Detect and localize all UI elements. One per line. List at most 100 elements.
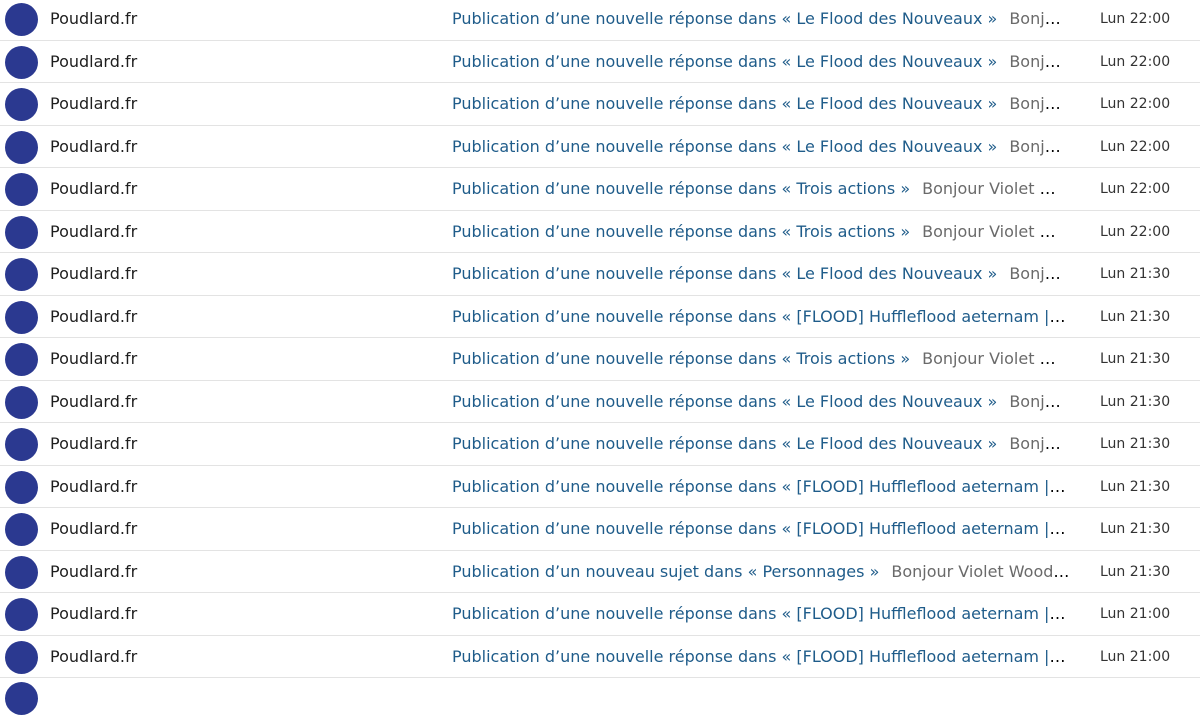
email-subject: Publication d’une nouvelle réponse dans … [452, 9, 998, 28]
email-time: Lun 21:30 [1100, 351, 1171, 367]
email-sender: Poudlard.fr [50, 604, 138, 623]
sender-avatar [5, 173, 38, 206]
sender-avatar [5, 682, 38, 715]
sender-avatar [5, 300, 38, 334]
email-preview: Bonjour Viole... [1009, 51, 1070, 71]
email-subject-line: Publication d’une nouvelle réponse dans … [452, 296, 1070, 338]
sender-avatar [5, 513, 38, 546]
email-preview: Bonjour Viole... [1009, 94, 1070, 113]
email-subject-line: Publication d’une nouvelle réponse dans … [452, 0, 1070, 40]
sender-avatar [5, 130, 38, 164]
sender-avatar [5, 598, 38, 631]
email-subject: Publication d’une nouvelle réponse dans … [452, 136, 998, 156]
email-subject-line: Publication d’une nouvelle réponse dans … [452, 168, 1070, 210]
email-row[interactable]: Poudlard.fr Publication d’une nouvelle r… [0, 593, 1200, 636]
email-preview: Bonjour Violet Woods, D... [922, 349, 1070, 368]
email-row[interactable]: Poudlard.fr Publication d’un nouveau suj… [0, 551, 1200, 593]
email-subject: Publication d’une nouvelle réponse dans … [452, 391, 998, 411]
email-time: Lun 21:30 [1100, 266, 1171, 282]
sender-avatar [5, 215, 38, 249]
email-subject: Publication d’une nouvelle réponse dans … [452, 306, 1070, 326]
email-subject-line: Publication d’une nouvelle réponse dans … [452, 83, 1070, 125]
email-subject: Publication d’une nouvelle réponse dans … [452, 519, 1070, 538]
email-sender: Poudlard.fr [50, 221, 138, 241]
email-subject: Publication d’une nouvelle réponse dans … [452, 179, 911, 198]
email-sender: Poudlard.fr [50, 476, 138, 496]
email-row[interactable]: Poudlard.fr Publication d’une nouvelle r… [0, 296, 1200, 338]
email-row[interactable]: Poudlard.fr Publication d’une nouvelle r… [0, 41, 1200, 83]
email-time: Lun 21:30 [1100, 393, 1171, 410]
email-preview: Bonjour Viole... [1009, 391, 1070, 411]
sender-avatar [5, 88, 38, 121]
email-row[interactable]: Poudlard.fr Publication d’une nouvelle r… [0, 636, 1200, 678]
email-sender: Poudlard.fr [50, 434, 138, 453]
email-list: Poudlard.fr Publication d’une nouvelle r… [0, 0, 1200, 715]
email-preview: Bonjour Viole... [1009, 136, 1070, 156]
email-row[interactable]: Poudlard.fr Publication d’une nouvelle r… [0, 0, 1200, 41]
email-time: Lun 21:30 [1100, 478, 1171, 495]
email-row[interactable]: Poudlard.fr Publication d’une nouvelle r… [0, 338, 1200, 381]
email-sender: Poudlard.fr [50, 51, 138, 71]
email-row[interactable]: Poudlard.fr Publication d’une nouvelle r… [0, 126, 1200, 168]
email-row[interactable]: Poudlard.fr Publication d’une nouvelle r… [0, 466, 1200, 508]
email-time: Lun 21:30 [1100, 521, 1171, 537]
email-row[interactable]: Poudlard.fr Publication d’une nouvelle r… [0, 211, 1200, 253]
email-subject: Publication d’une nouvelle réponse dans … [452, 646, 1070, 666]
sender-avatar [5, 428, 38, 461]
email-preview: Bonjour Violet Woods, D... [922, 179, 1070, 198]
email-subject: Publication d’une nouvelle réponse dans … [452, 476, 1070, 496]
email-subject-line: Publication d’une nouvelle réponse dans … [452, 211, 1070, 253]
email-sender: Poudlard.fr [50, 349, 138, 368]
email-time: Lun 21:30 [1100, 563, 1171, 580]
email-subject: Publication d’une nouvelle réponse dans … [452, 434, 998, 453]
email-subject-line: Publication d’une nouvelle réponse dans … [452, 636, 1070, 678]
email-row[interactable]: Poudlard.fr Publication d’une nouvelle r… [0, 168, 1200, 211]
email-sender: Poudlard.fr [50, 264, 138, 283]
email-sender: Poudlard.fr [50, 519, 138, 538]
sender-avatar [5, 343, 38, 376]
email-sender: Poudlard.fr [50, 561, 138, 581]
email-preview: Bonjour Viole... [1009, 264, 1070, 283]
email-row[interactable]: Poudlard.fr Publication d’une nouvelle r… [0, 423, 1200, 466]
email-subject-line: Publication d’une nouvelle réponse dans … [452, 41, 1070, 83]
email-sender: Poudlard.fr [50, 9, 138, 28]
email-sender: Poudlard.fr [50, 306, 138, 326]
email-subject: Publication d’une nouvelle réponse dans … [452, 221, 911, 241]
email-row[interactable]: Poudlard.fr Publication d’une nouvelle r… [0, 508, 1200, 551]
email-time: Lun 22:00 [1100, 181, 1171, 197]
email-subject-line: Publication d’une nouvelle réponse dans … [452, 466, 1070, 508]
email-subject: Publication d’une nouvelle réponse dans … [452, 349, 911, 368]
email-subject: Publication d’un nouveau sujet dans « Pe… [452, 561, 880, 581]
email-subject-line: Publication d’une nouvelle réponse dans … [452, 381, 1070, 423]
email-row[interactable]: Poudlard.fr Publication d’une nouvelle r… [0, 381, 1200, 423]
email-subject: Publication d’une nouvelle réponse dans … [452, 264, 998, 283]
email-time: Lun 21:30 [1100, 436, 1171, 452]
email-time: Lun 22:00 [1100, 11, 1171, 27]
email-time: Lun 22:00 [1100, 96, 1171, 112]
sender-avatar [5, 470, 38, 504]
email-subject-line: Publication d’une nouvelle réponse dans … [452, 338, 1070, 380]
sender-avatar [5, 640, 38, 674]
email-sender: Poudlard.fr [50, 391, 138, 411]
sender-avatar [5, 385, 38, 419]
email-preview: Bonjour Violet Woods, D... [922, 221, 1070, 241]
email-time: Lun 21:30 [1100, 308, 1171, 325]
email-time: Lun 22:00 [1100, 53, 1171, 70]
email-row[interactable]: Poudlard.fr Publication d’une nouvelle r… [0, 253, 1200, 296]
email-subject-line: Publication d’une nouvelle réponse dans … [452, 593, 1070, 635]
email-subject-line: Publication d’une nouvelle réponse dans … [452, 423, 1070, 465]
email-subject: Publication d’une nouvelle réponse dans … [452, 604, 1070, 623]
email-preview: Bonjour Violet Woods, Depu... [891, 561, 1070, 581]
email-subject-line: Publication d’une nouvelle réponse dans … [452, 126, 1070, 168]
email-time: Lun 22:00 [1100, 138, 1171, 155]
email-subject-line: Publication d’un nouveau sujet dans « Pe… [452, 551, 1070, 593]
email-time: Lun 21:00 [1100, 648, 1171, 665]
email-subject: Publication d’une nouvelle réponse dans … [452, 51, 998, 71]
email-row[interactable]: Poudlard.fr Publication d’une nouvelle r… [0, 83, 1200, 126]
email-sender: Poudlard.fr [50, 179, 138, 198]
sender-avatar [5, 45, 38, 79]
email-row-partial[interactable] [0, 678, 1200, 715]
email-time: Lun 22:00 [1100, 223, 1171, 240]
email-subject-line: Publication d’une nouvelle réponse dans … [452, 508, 1070, 550]
email-subject-line: Publication d’une nouvelle réponse dans … [452, 253, 1070, 295]
